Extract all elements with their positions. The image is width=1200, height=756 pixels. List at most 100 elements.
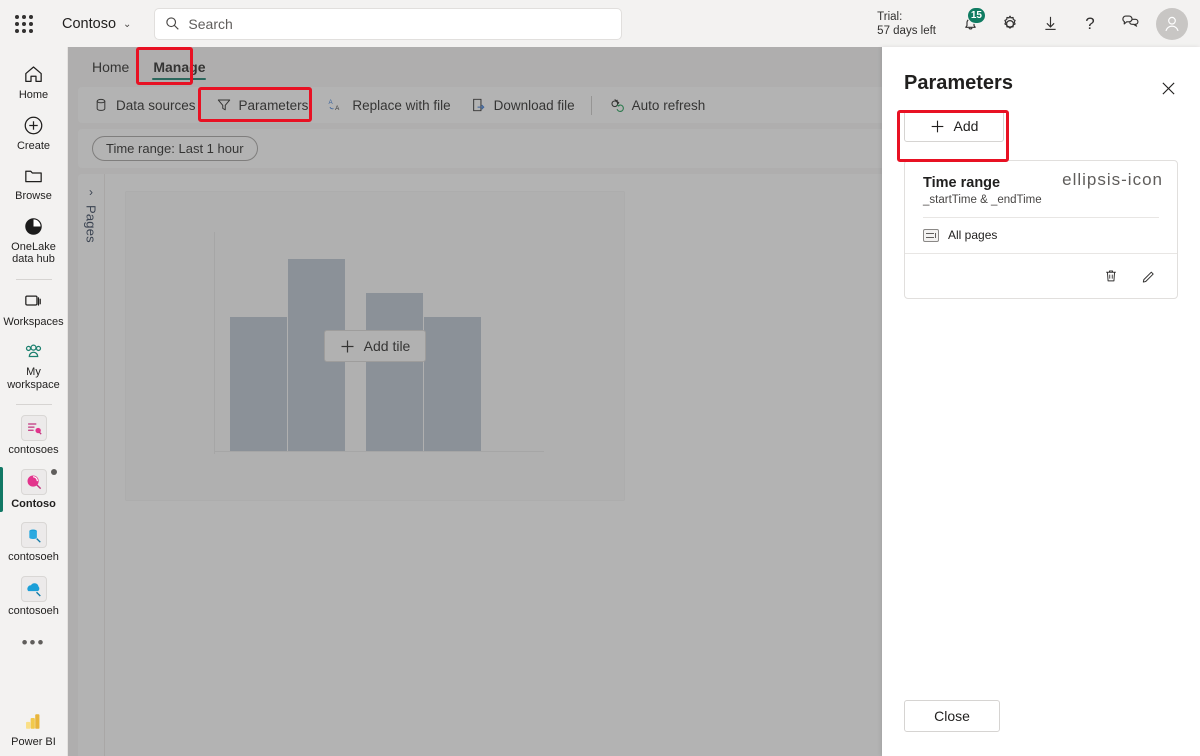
toolbar-divider xyxy=(590,95,592,115)
brand-label: Contoso xyxy=(62,15,117,32)
sidebar-item-label: Workspaces xyxy=(3,315,64,328)
svg-text:A: A xyxy=(335,105,340,112)
header-actions: Trial: 57 days left 15 ? xyxy=(877,0,1200,47)
rail-divider xyxy=(15,278,52,280)
add-parameter-button[interactable]: Add xyxy=(904,110,1004,142)
power-bi-icon xyxy=(26,713,40,729)
parameter-card-header: Time range _startTime & _endTime ellipsi… xyxy=(905,161,1177,217)
download-icon xyxy=(1044,16,1056,30)
sidebar-item-contoso[interactable]: Contoso xyxy=(0,463,67,517)
feedback-icon xyxy=(1121,15,1138,27)
sidebar-item-label: Home xyxy=(18,89,49,101)
tab-manage[interactable]: Manage xyxy=(141,54,217,82)
chart-bar xyxy=(366,293,423,451)
sidebar-item-create[interactable]: Create xyxy=(0,108,67,159)
parameter-scope-label: All pages xyxy=(948,228,998,242)
sidebar-item-contosoes[interactable]: contosoes xyxy=(0,409,67,463)
search-box[interactable] xyxy=(154,7,623,40)
toolbar-replace-with-file-button[interactable]: A A Replace with file xyxy=(319,90,459,120)
gear-icon xyxy=(1004,15,1016,29)
kql-queryset-icon xyxy=(20,415,47,441)
sidebar-item-label: contosoeh xyxy=(8,551,59,563)
brand-switcher[interactable]: Contoso ⌄ xyxy=(62,16,131,32)
parameter-card[interactable]: Time range _startTime & _endTime ellipsi… xyxy=(904,160,1178,299)
waffle-grid xyxy=(15,14,33,33)
search-input[interactable] xyxy=(188,15,612,32)
parameter-info: Time range _startTime & _endTime xyxy=(923,175,1042,206)
sidebar-item-my-workspace[interactable]: My workspace xyxy=(0,334,67,397)
time-range-chip[interactable]: Time range: Last 1 hour xyxy=(92,136,258,161)
feedback-button[interactable] xyxy=(1110,4,1150,44)
filter-icon xyxy=(217,99,230,111)
chevron-right-icon: › xyxy=(89,185,93,199)
parameter-card-actions xyxy=(905,253,1177,298)
settings-button[interactable] xyxy=(990,4,1030,44)
close-button[interactable]: Close xyxy=(904,700,1000,732)
pencil-icon[interactable] xyxy=(1135,263,1163,289)
toolbar-auto-refresh-button[interactable]: Auto refresh xyxy=(599,90,715,120)
pages-panel-label: Pages xyxy=(83,205,99,243)
top-header: Contoso ⌄ Trial: 57 days left 15 xyxy=(0,0,1200,47)
app-root: Contoso ⌄ Trial: 57 days left 15 xyxy=(0,0,1200,756)
chart-bar xyxy=(424,317,481,451)
parameter-scope: All pages xyxy=(905,218,1177,253)
trash-icon[interactable] xyxy=(1097,263,1125,289)
sidebar-item-browse[interactable]: Browse xyxy=(0,158,67,209)
pages-panel-collapsed[interactable]: › Pages xyxy=(78,174,105,756)
sidebar-item-workspaces[interactable]: Workspaces xyxy=(0,284,67,335)
database-icon xyxy=(96,98,106,111)
sidebar-item-contosoeh-eventhouse[interactable]: contosoeh xyxy=(0,516,67,570)
empty-dashboard-placeholder: Add tile xyxy=(125,191,625,501)
workspaces-icon xyxy=(25,295,41,306)
toolbar-label: Auto refresh xyxy=(631,97,706,113)
ellipsis-icon[interactable]: ellipsis-icon xyxy=(1062,171,1163,206)
replace-file-icon: A A xyxy=(329,99,341,112)
add-tile-button[interactable]: Add tile xyxy=(323,330,427,362)
trial-days: 57 days left xyxy=(877,24,936,37)
notifications-button[interactable]: 15 xyxy=(950,4,990,44)
parameters-panel: Parameters Add Time range _startTime & _… xyxy=(882,47,1200,756)
tab-home[interactable]: Home xyxy=(80,54,141,82)
panel-header: Parameters xyxy=(882,47,1200,102)
help-icon: ? xyxy=(1085,13,1095,33)
close-icon[interactable] xyxy=(1154,74,1182,102)
sidebar-item-label: contosoeh xyxy=(8,604,59,617)
panel-footer: Close xyxy=(882,700,1200,756)
people-icon xyxy=(25,344,42,358)
svg-text:A: A xyxy=(329,99,334,106)
sidebar-item-label: Browse xyxy=(15,190,52,202)
downloads-button[interactable] xyxy=(1030,4,1070,44)
add-parameter-label: Add xyxy=(953,118,979,134)
sidebar-item-label: Power BI xyxy=(11,735,56,748)
person-icon xyxy=(1165,16,1179,31)
toolbar-data-sources-button[interactable]: Data sources xyxy=(84,90,205,120)
sidebar-item-power-bi[interactable]: Power BI xyxy=(0,704,67,756)
sidebar-more-button[interactable]: ••• xyxy=(22,623,46,663)
sidebar-item-contosoeh-eventstream[interactable]: contosoeh xyxy=(0,570,67,624)
parameter-variables: _startTime & _endTime xyxy=(923,194,1042,206)
sidebar-item-label: Contoso xyxy=(11,497,56,510)
avatar[interactable] xyxy=(1156,7,1188,40)
status-dot-badge xyxy=(50,468,57,475)
eventstream-icon xyxy=(20,575,47,602)
plus-icon xyxy=(931,120,943,132)
trial-status: Trial: 57 days left xyxy=(877,10,936,38)
toolbar-download-file-button[interactable]: Download file xyxy=(462,90,584,120)
pages-scope-icon xyxy=(923,228,939,242)
help-button[interactable]: ? xyxy=(1070,4,1110,44)
sidebar-item-label: My workspace xyxy=(7,366,60,391)
app-launcher-icon[interactable] xyxy=(0,0,48,47)
plus-icon xyxy=(341,340,354,352)
chart-y-axis xyxy=(214,232,215,454)
onelake-icon xyxy=(25,217,42,235)
sidebar-item-label: OneLake data hub xyxy=(11,240,56,266)
sidebar-item-home[interactable]: Home xyxy=(0,57,67,108)
auto-refresh-icon xyxy=(611,98,624,112)
sidebar-item-onelake-data-hub[interactable]: OneLake data hub xyxy=(0,209,67,272)
toolbar-label: Parameters xyxy=(238,97,309,113)
rail-divider xyxy=(15,404,52,405)
toolbar-label: Replace with file xyxy=(352,97,451,113)
add-tile-label: Add tile xyxy=(363,338,411,354)
folder-icon xyxy=(25,170,42,183)
toolbar-parameters-button[interactable]: Parameters xyxy=(207,90,318,120)
